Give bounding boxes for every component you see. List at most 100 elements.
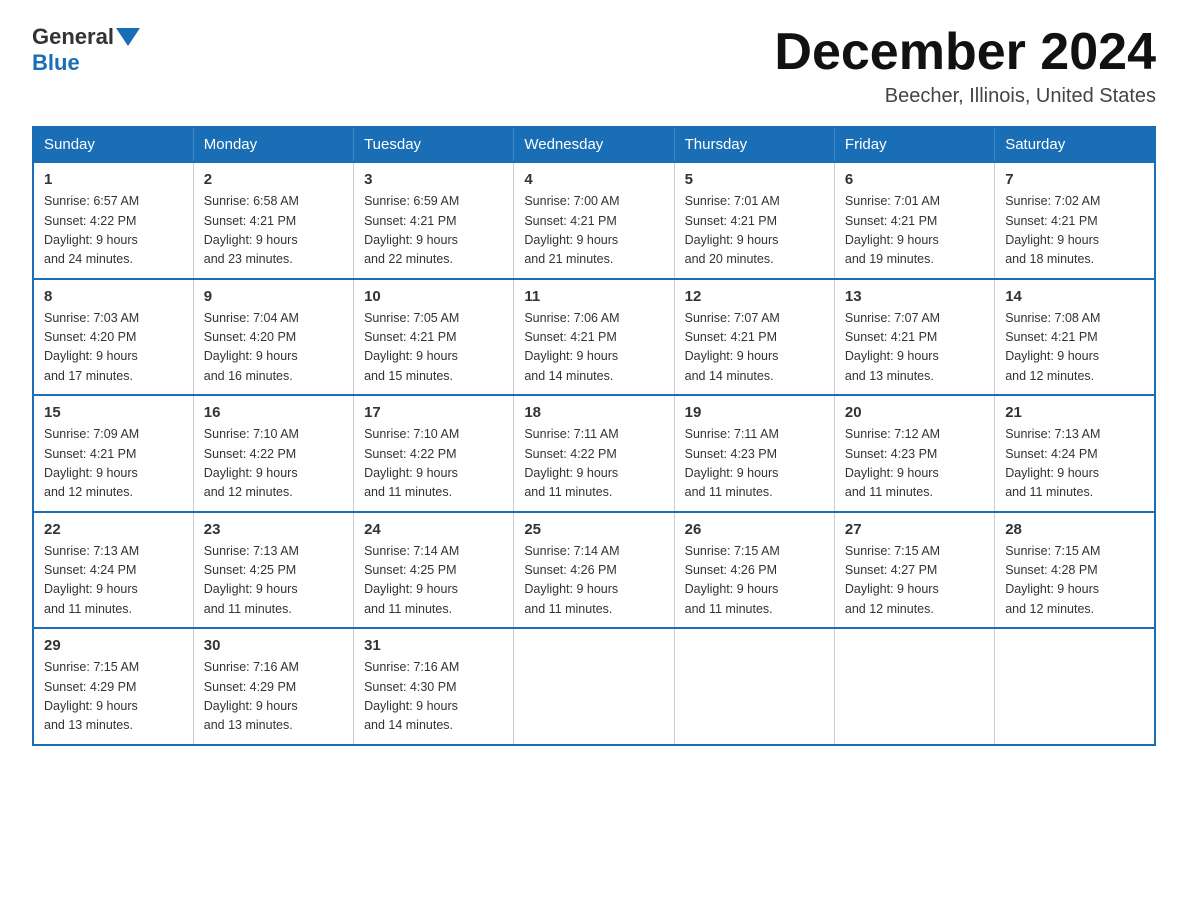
calendar-day-cell: 5Sunrise: 7:01 AMSunset: 4:21 PMDaylight… — [674, 162, 834, 279]
title-section: December 2024 Beecher, Illinois, United … — [774, 24, 1156, 108]
day-info: Sunrise: 7:13 AMSunset: 4:25 PMDaylight:… — [204, 542, 343, 620]
day-info: Sunrise: 6:57 AMSunset: 4:22 PMDaylight:… — [44, 192, 183, 270]
day-number: 16 — [204, 404, 343, 421]
day-info: Sunrise: 7:06 AMSunset: 4:21 PMDaylight:… — [524, 309, 663, 387]
day-number: 8 — [44, 288, 183, 305]
day-number: 13 — [845, 288, 984, 305]
page-header: General Blue December 2024 Beecher, Illi… — [32, 24, 1156, 108]
calendar-day-cell: 30 Sunrise: 7:16 AMSunset: 4:29 PMDayligh… — [193, 628, 353, 745]
calendar-day-cell: 26 Sunrise: 7:15 AMSunset: 4:26 PMDayligh… — [674, 512, 834, 629]
day-number: 2 — [204, 171, 343, 188]
calendar-day-cell: 25Sunrise: 7:14 AMSunset: 4:26 PMDayligh… — [514, 512, 674, 629]
day-info: Sunrise: 7:15 AMSunset: 4:28 PMDaylight:… — [1005, 542, 1144, 620]
calendar-day-cell: 31 Sunrise: 7:16 AMSunset: 4:30 PMDayligh… — [354, 628, 514, 745]
calendar-day-cell: 14 Sunrise: 7:08 AMSunset: 4:21 PMDayligh… — [995, 279, 1155, 396]
calendar-day-cell: 9 Sunrise: 7:04 AMSunset: 4:20 PMDaylight… — [193, 279, 353, 396]
header-wednesday: Wednesday — [514, 127, 674, 162]
day-info: Sunrise: 7:10 AMSunset: 4:22 PMDaylight:… — [204, 425, 343, 503]
calendar-week-row: 8 Sunrise: 7:03 AMSunset: 4:20 PMDaylight… — [33, 279, 1155, 396]
calendar-day-cell: 7 Sunrise: 7:02 AMSunset: 4:21 PMDaylight… — [995, 162, 1155, 279]
day-info: Sunrise: 7:11 AMSunset: 4:22 PMDaylight:… — [524, 425, 663, 503]
day-number: 31 — [364, 637, 503, 654]
calendar-day-cell: 22Sunrise: 7:13 AMSunset: 4:24 PMDayligh… — [33, 512, 193, 629]
day-info: Sunrise: 7:10 AMSunset: 4:22 PMDaylight:… — [364, 425, 503, 503]
day-number: 1 — [44, 171, 183, 188]
day-info: Sunrise: 7:01 AMSunset: 4:21 PMDaylight:… — [845, 192, 984, 270]
calendar-day-cell: 15Sunrise: 7:09 AMSunset: 4:21 PMDayligh… — [33, 395, 193, 512]
day-number: 30 — [204, 637, 343, 654]
calendar-week-row: 1 Sunrise: 6:57 AMSunset: 4:22 PMDaylight… — [33, 162, 1155, 279]
day-number: 19 — [685, 404, 824, 421]
day-number: 27 — [845, 521, 984, 538]
day-number: 23 — [204, 521, 343, 538]
day-number: 21 — [1005, 404, 1144, 421]
calendar-day-cell: 13 Sunrise: 7:07 AMSunset: 4:21 PMDayligh… — [834, 279, 994, 396]
day-number: 24 — [364, 521, 503, 538]
header-friday: Friday — [834, 127, 994, 162]
header-tuesday: Tuesday — [354, 127, 514, 162]
day-number: 25 — [524, 521, 663, 538]
day-number: 4 — [524, 171, 663, 188]
day-info: Sunrise: 7:16 AMSunset: 4:30 PMDaylight:… — [364, 658, 503, 736]
calendar-day-cell: 17 Sunrise: 7:10 AMSunset: 4:22 PMDayligh… — [354, 395, 514, 512]
empty-cell — [995, 628, 1155, 745]
day-number: 12 — [685, 288, 824, 305]
logo: General Blue — [32, 24, 142, 76]
logo-arrow-icon — [116, 28, 140, 46]
day-number: 11 — [524, 288, 663, 305]
calendar-day-cell: 20 Sunrise: 7:12 AMSunset: 4:23 PMDayligh… — [834, 395, 994, 512]
day-info: Sunrise: 6:58 AMSunset: 4:21 PMDaylight:… — [204, 192, 343, 270]
calendar-day-cell: 6 Sunrise: 7:01 AMSunset: 4:21 PMDaylight… — [834, 162, 994, 279]
calendar-day-cell: 16 Sunrise: 7:10 AMSunset: 4:22 PMDayligh… — [193, 395, 353, 512]
day-info: Sunrise: 7:07 AMSunset: 4:21 PMDaylight:… — [685, 309, 824, 387]
day-number: 7 — [1005, 171, 1144, 188]
day-number: 17 — [364, 404, 503, 421]
day-number: 18 — [524, 404, 663, 421]
day-number: 3 — [364, 171, 503, 188]
header-thursday: Thursday — [674, 127, 834, 162]
calendar-week-row: 29Sunrise: 7:15 AMSunset: 4:29 PMDayligh… — [33, 628, 1155, 745]
day-info: Sunrise: 7:11 AMSunset: 4:23 PMDaylight:… — [685, 425, 824, 503]
day-info: Sunrise: 7:09 AMSunset: 4:21 PMDaylight:… — [44, 425, 183, 503]
day-number: 14 — [1005, 288, 1144, 305]
day-number: 26 — [685, 521, 824, 538]
calendar-table: SundayMondayTuesdayWednesdayThursdayFrid… — [32, 126, 1156, 746]
calendar-day-cell: 8 Sunrise: 7:03 AMSunset: 4:20 PMDaylight… — [33, 279, 193, 396]
day-info: Sunrise: 7:13 AMSunset: 4:24 PMDaylight:… — [44, 542, 183, 620]
calendar-day-cell: 4 Sunrise: 7:00 AMSunset: 4:21 PMDaylight… — [514, 162, 674, 279]
day-number: 6 — [845, 171, 984, 188]
day-info: Sunrise: 7:12 AMSunset: 4:23 PMDaylight:… — [845, 425, 984, 503]
calendar-day-cell: 10Sunrise: 7:05 AMSunset: 4:21 PMDayligh… — [354, 279, 514, 396]
calendar-day-cell: 29Sunrise: 7:15 AMSunset: 4:29 PMDayligh… — [33, 628, 193, 745]
empty-cell — [834, 628, 994, 745]
calendar-day-cell: 24Sunrise: 7:14 AMSunset: 4:25 PMDayligh… — [354, 512, 514, 629]
day-info: Sunrise: 6:59 AMSunset: 4:21 PMDaylight:… — [364, 192, 503, 270]
calendar-day-cell: 12 Sunrise: 7:07 AMSunset: 4:21 PMDayligh… — [674, 279, 834, 396]
day-info: Sunrise: 7:01 AMSunset: 4:21 PMDaylight:… — [685, 192, 824, 270]
header-sunday: Sunday — [33, 127, 193, 162]
calendar-day-cell: 21 Sunrise: 7:13 AMSunset: 4:24 PMDayligh… — [995, 395, 1155, 512]
day-info: Sunrise: 7:02 AMSunset: 4:21 PMDaylight:… — [1005, 192, 1144, 270]
day-info: Sunrise: 7:07 AMSunset: 4:21 PMDaylight:… — [845, 309, 984, 387]
calendar-day-cell: 3 Sunrise: 6:59 AMSunset: 4:21 PMDaylight… — [354, 162, 514, 279]
empty-cell — [674, 628, 834, 745]
logo-general: General — [32, 24, 114, 50]
day-info: Sunrise: 7:13 AMSunset: 4:24 PMDaylight:… — [1005, 425, 1144, 503]
day-info: Sunrise: 7:15 AMSunset: 4:26 PMDaylight:… — [685, 542, 824, 620]
day-info: Sunrise: 7:15 AMSunset: 4:27 PMDaylight:… — [845, 542, 984, 620]
logo-blue: Blue — [32, 50, 80, 75]
day-number: 10 — [364, 288, 503, 305]
day-info: Sunrise: 7:03 AMSunset: 4:20 PMDaylight:… — [44, 309, 183, 387]
month-title: December 2024 — [774, 24, 1156, 81]
location: Beecher, Illinois, United States — [774, 85, 1156, 108]
day-info: Sunrise: 7:00 AMSunset: 4:21 PMDaylight:… — [524, 192, 663, 270]
day-number: 20 — [845, 404, 984, 421]
day-number: 29 — [44, 637, 183, 654]
day-number: 9 — [204, 288, 343, 305]
day-info: Sunrise: 7:16 AMSunset: 4:29 PMDaylight:… — [204, 658, 343, 736]
day-info: Sunrise: 7:04 AMSunset: 4:20 PMDaylight:… — [204, 309, 343, 387]
calendar-day-cell: 2 Sunrise: 6:58 AMSunset: 4:21 PMDaylight… — [193, 162, 353, 279]
calendar-day-cell: 23 Sunrise: 7:13 AMSunset: 4:25 PMDayligh… — [193, 512, 353, 629]
empty-cell — [514, 628, 674, 745]
day-info: Sunrise: 7:08 AMSunset: 4:21 PMDaylight:… — [1005, 309, 1144, 387]
